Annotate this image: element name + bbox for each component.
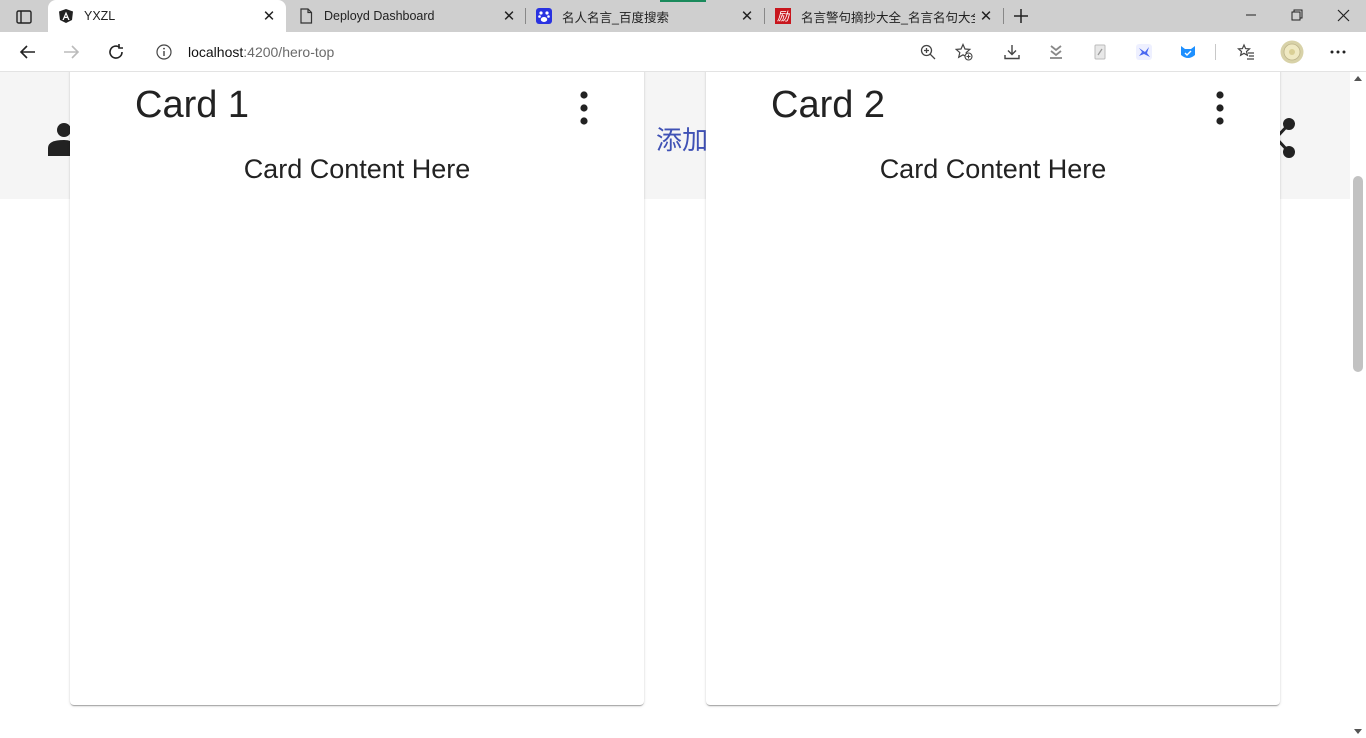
close-window-icon xyxy=(1337,9,1349,21)
download-icon xyxy=(1004,45,1020,60)
angular-icon xyxy=(58,8,74,24)
favorites-list-icon xyxy=(1237,43,1254,60)
favorites-button[interactable] xyxy=(1230,36,1262,68)
tab-strip: YXZL ✕ Deployd Dashboard ✕ 名人名言_百度搜索 ✕ 励… xyxy=(0,0,1366,32)
person-icon[interactable] xyxy=(48,122,72,156)
extension-button-1[interactable] xyxy=(1084,36,1116,68)
more-horizontal-icon xyxy=(1330,50,1346,54)
downloads-button[interactable] xyxy=(996,36,1028,68)
url-text[interactable]: localhost:4200/hero-top xyxy=(188,44,334,60)
tab-title: Deployd Dashboard xyxy=(324,9,435,23)
card-menu-button[interactable] xyxy=(572,90,596,126)
card-title: Card 1 xyxy=(135,84,250,126)
li-icon: 励 xyxy=(775,8,791,24)
address-bar[interactable]: localhost:4200/hero-top xyxy=(144,36,984,68)
card-content: Card Content Here xyxy=(879,154,1107,184)
extension-button-3[interactable] xyxy=(1172,36,1204,68)
info-icon[interactable] xyxy=(156,44,172,60)
settings-more-button[interactable] xyxy=(1322,36,1354,68)
svg-text:励: 励 xyxy=(777,10,790,24)
url-path: :4200/hero-top xyxy=(243,44,335,60)
close-icon[interactable]: ✕ xyxy=(498,5,520,27)
more-vertical-icon xyxy=(580,91,588,125)
toolbar-divider xyxy=(1215,44,1216,60)
zoom-icon xyxy=(920,44,936,60)
extension-download-manager[interactable] xyxy=(1040,36,1072,68)
extension-cat-icon xyxy=(1181,46,1195,58)
url-host: localhost xyxy=(188,44,244,60)
tab-quotes[interactable]: 励 名言警句摘抄大全_名言名句大全 ✕ xyxy=(765,0,1003,32)
add-favorite-button[interactable] xyxy=(948,36,980,68)
plus-icon xyxy=(1014,9,1028,23)
close-icon[interactable]: ✕ xyxy=(975,5,997,27)
card-content: Card Content Here xyxy=(243,154,471,184)
more-vertical-icon xyxy=(1216,91,1224,125)
tab-loading-indicator xyxy=(660,0,706,2)
tab-deployd-dashboard[interactable]: Deployd Dashboard ✕ xyxy=(288,0,526,32)
card-2: Card 2 Card Content Here xyxy=(706,72,1280,705)
minimize-icon xyxy=(1246,14,1256,16)
zoom-button[interactable] xyxy=(912,36,944,68)
tab-title: YXZL xyxy=(84,9,116,23)
restore-icon xyxy=(1291,9,1303,21)
back-button[interactable] xyxy=(12,36,44,68)
vertical-scrollbar[interactable] xyxy=(1350,72,1366,738)
page-viewport: 添加 Card 1 Card Content Here Card 2 Card … xyxy=(0,72,1366,738)
tab-actions-button[interactable] xyxy=(10,6,38,28)
avatar xyxy=(1280,40,1304,64)
forward-arrow-icon xyxy=(64,45,80,59)
double-chevron-down-icon xyxy=(1050,45,1062,59)
star-add-icon xyxy=(955,43,973,61)
card-title: Card 2 xyxy=(771,84,886,126)
add-link[interactable]: 添加 xyxy=(656,120,708,157)
minimize-button[interactable] xyxy=(1228,0,1274,30)
refresh-icon xyxy=(109,44,123,59)
extension-button-2[interactable] xyxy=(1128,36,1160,68)
tab-baidu-search[interactable]: 名人名言_百度搜索 ✕ xyxy=(526,0,764,32)
baidu-icon xyxy=(536,8,552,24)
profile-button[interactable] xyxy=(1276,36,1308,68)
browser-toolbar: localhost:4200/hero-top xyxy=(0,32,1366,72)
new-tab-button[interactable] xyxy=(1009,4,1033,28)
scroll-down-arrow[interactable] xyxy=(1354,729,1362,734)
forward-button[interactable] xyxy=(55,36,87,68)
tab-title: 名人名言_百度搜索 xyxy=(562,10,669,25)
page-icon xyxy=(298,8,314,24)
tab-actions-icon xyxy=(16,10,32,24)
refresh-button[interactable] xyxy=(100,36,132,68)
close-window-button[interactable] xyxy=(1320,0,1366,30)
close-icon[interactable]: ✕ xyxy=(736,5,758,27)
close-icon[interactable]: ✕ xyxy=(258,5,280,27)
scroll-thumb[interactable] xyxy=(1353,176,1363,372)
tab-divider xyxy=(1003,8,1004,24)
extension-bird-icon xyxy=(1136,44,1152,60)
tab-title: 名言警句摘抄大全_名言名句大全 xyxy=(801,10,975,25)
restore-button[interactable] xyxy=(1274,0,1320,30)
scroll-up-arrow[interactable] xyxy=(1354,76,1362,81)
tab-yxzl[interactable]: YXZL ✕ xyxy=(48,0,286,32)
extension-doc-icon xyxy=(1094,44,1106,60)
card-1: Card 1 Card Content Here xyxy=(70,72,644,705)
card-menu-button[interactable] xyxy=(1208,90,1232,126)
back-arrow-icon xyxy=(19,45,35,59)
